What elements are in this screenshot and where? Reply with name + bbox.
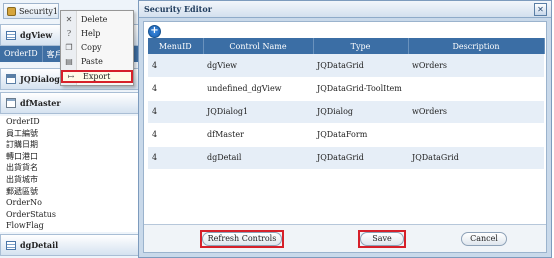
dfmaster-control[interactable]: dfMaster OrderID 員工編號 訂購日期 轉口港口 出貨貨名 出貨城… xyxy=(0,92,139,232)
close-icon[interactable]: ✕ xyxy=(534,3,547,16)
menu-item-delete[interactable]: ✕ Delete xyxy=(61,13,133,26)
dialog-footer: Refresh Controls Save Cancel xyxy=(144,224,546,252)
menu-item-copy[interactable]: ❐ Copy xyxy=(61,41,133,54)
save-button[interactable]: Save xyxy=(360,232,404,246)
cell-description xyxy=(408,77,544,101)
cell-menuid: 4 xyxy=(148,123,203,147)
form-field: FlowFlag xyxy=(0,220,139,232)
copy-icon: ❐ xyxy=(65,43,73,52)
cell-control-name: dgView xyxy=(203,54,313,78)
jqdialog-title: JQDialog1 xyxy=(20,74,66,84)
cell-description: wOrders xyxy=(408,54,544,78)
datagrid-icon xyxy=(6,240,16,250)
shield-icon xyxy=(7,6,16,16)
form-field: OrderStatus xyxy=(0,208,139,221)
controls-table: MenuID Control Name Type Description 4 d… xyxy=(148,38,545,170)
table-row[interactable]: 4 dfMaster JQDataForm xyxy=(148,123,544,147)
menu-item-help[interactable]: ? Help xyxy=(61,27,133,40)
dgview-title: dgView xyxy=(20,30,53,40)
cell-control-name: JQDialog1 xyxy=(203,100,313,124)
dfmaster-title: dfMaster xyxy=(20,98,61,108)
dgdetail-control[interactable]: dgDetail xyxy=(0,234,139,256)
dgdetail-title: dgDetail xyxy=(20,240,59,250)
menu-item-export[interactable]: ↦ Export xyxy=(61,70,133,83)
form-field: 郵遞區號 xyxy=(0,185,139,198)
security-editor-dialog: Security Editor ✕ + MenuID Control Name … xyxy=(138,0,552,258)
paste-icon: ▤ xyxy=(65,57,73,66)
cell-menuid: 4 xyxy=(148,77,203,101)
cell-menuid: 4 xyxy=(148,146,203,170)
cancel-button[interactable]: Cancel xyxy=(461,232,507,246)
column-header-type[interactable]: Type xyxy=(313,38,409,54)
datagrid-icon xyxy=(6,30,16,40)
dialog-icon xyxy=(6,74,16,84)
form-field: 出貨貨名 xyxy=(0,162,139,174)
column-header-description[interactable]: Description xyxy=(408,38,545,54)
menu-item-paste[interactable]: ▤ Paste xyxy=(61,55,133,68)
cell-description: wOrders xyxy=(408,100,544,124)
cell-description: JQDataGrid xyxy=(408,146,544,170)
dialog-title: Security Editor xyxy=(144,4,212,14)
form-field: OrderNo xyxy=(0,197,139,209)
context-menu: ✕ Delete ? Help ❐ Copy ▤ Paste ↦ Export xyxy=(60,10,134,86)
dataform-icon xyxy=(6,98,16,108)
close-icon: ✕ xyxy=(65,15,73,24)
refresh-controls-button[interactable]: Refresh Controls xyxy=(202,232,282,246)
form-field: OrderID xyxy=(0,116,139,128)
cell-control-name: dgDetail xyxy=(203,146,313,170)
dgview-column: OrderID xyxy=(0,46,43,62)
cell-control-name: undefined_dgView xyxy=(203,77,313,101)
cell-type: JQDataGrid-ToolItem xyxy=(313,77,408,101)
cell-control-name: dfMaster xyxy=(203,123,313,147)
cell-type: JQDataForm xyxy=(313,123,408,147)
form-field: 出貨城市 xyxy=(0,173,139,186)
dialog-titlebar[interactable]: Security Editor xyxy=(139,1,551,18)
table-row[interactable]: 4 dgDetail JQDataGrid JQDataGrid xyxy=(148,146,544,170)
column-header-control-name[interactable]: Control Name xyxy=(203,38,314,54)
form-field: 轉口港口 xyxy=(0,150,139,163)
security-component-label: Security1 xyxy=(18,6,58,16)
cell-type: JQDataGrid xyxy=(313,54,408,78)
form-field: 員工編號 xyxy=(0,127,139,140)
export-icon: ↦ xyxy=(67,72,75,81)
cell-type: JQDataGrid xyxy=(313,146,408,170)
cell-type: JQDialog xyxy=(313,100,408,124)
table-row[interactable]: 4 JQDialog1 JQDialog wOrders xyxy=(148,100,544,124)
help-icon: ? xyxy=(66,29,72,38)
table-row[interactable]: 4 dgView JQDataGrid wOrders xyxy=(148,54,544,78)
cell-menuid: 4 xyxy=(148,54,203,78)
column-header-menuid[interactable]: MenuID xyxy=(148,38,204,54)
dialog-content: + MenuID Control Name Type Description 4… xyxy=(143,21,547,253)
security-component[interactable]: Security1 xyxy=(3,3,59,19)
table-row[interactable]: 4 undefined_dgView JQDataGrid-ToolItem xyxy=(148,77,544,101)
cell-description xyxy=(408,123,544,147)
add-row-button[interactable]: + xyxy=(148,25,161,38)
cell-menuid: 4 xyxy=(148,100,203,124)
form-field: 訂購日期 xyxy=(0,139,139,151)
